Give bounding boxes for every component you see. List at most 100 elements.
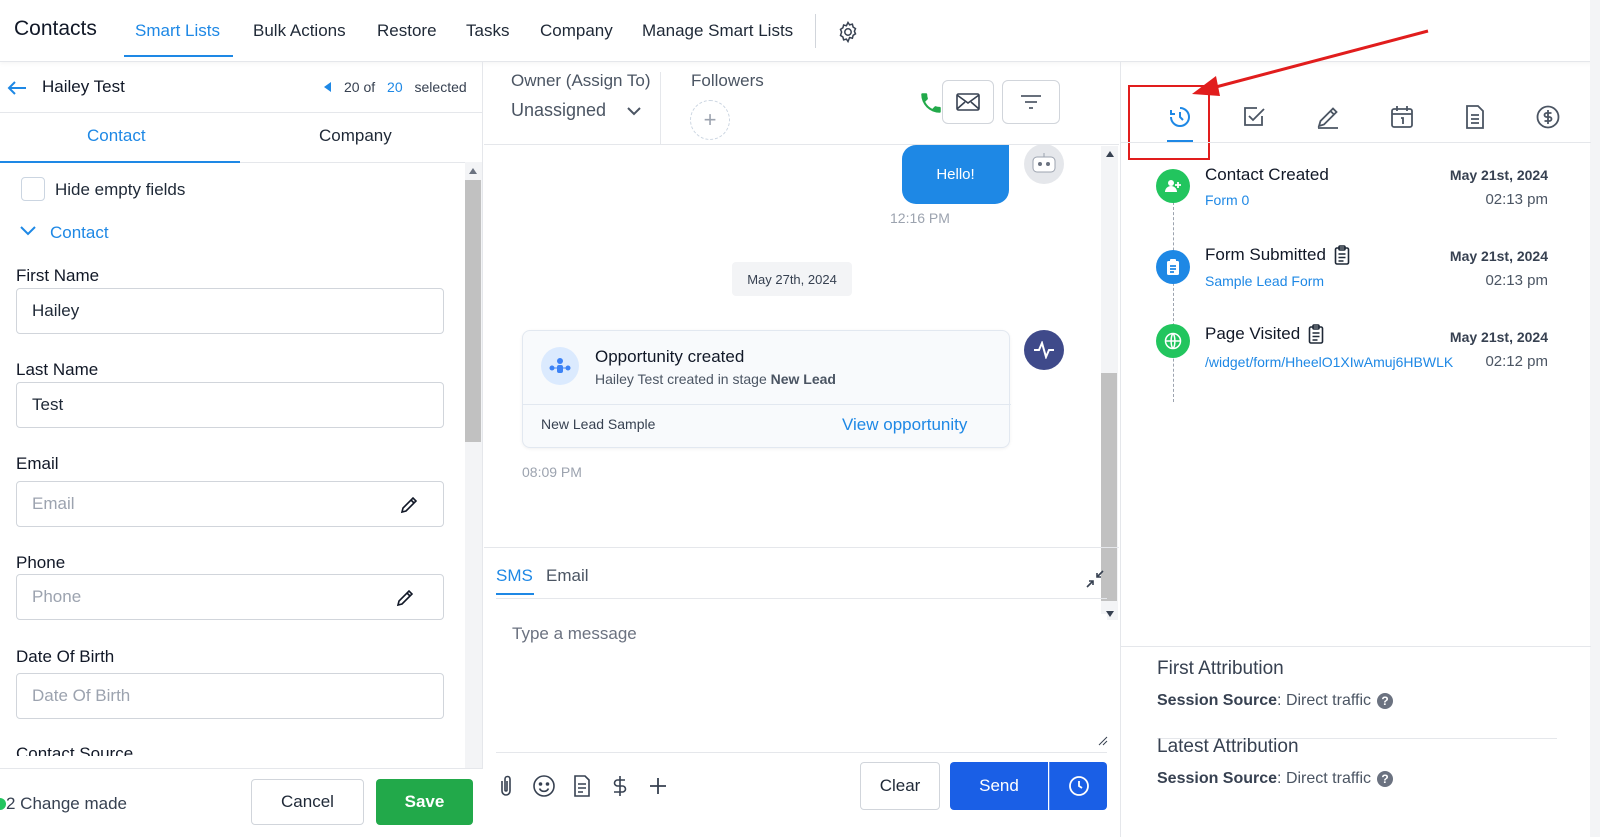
nav-company[interactable]: Company bbox=[540, 21, 613, 41]
pager-current: 20 bbox=[344, 79, 360, 95]
clock-icon bbox=[1068, 776, 1089, 796]
timeline-time: 02:13 pm bbox=[1485, 272, 1548, 289]
message-time: 12:16 PM bbox=[890, 210, 950, 226]
opportunity-card: Opportunity created Hailey Test created … bbox=[522, 330, 1011, 448]
phone-icon[interactable] bbox=[918, 90, 944, 116]
calendar-icon[interactable] bbox=[1389, 104, 1415, 130]
timeline-date: May 21st, 2024 bbox=[1449, 248, 1548, 264]
clipboard-icon[interactable] bbox=[1308, 324, 1324, 344]
back-arrow-icon[interactable] bbox=[6, 79, 28, 97]
annotation-highlight-box bbox=[1128, 85, 1210, 160]
tab-company[interactable]: Company bbox=[319, 126, 392, 146]
filter-button[interactable] bbox=[1002, 80, 1060, 124]
timeline-title: Contact Created bbox=[1205, 165, 1329, 185]
phone-label: Phone bbox=[16, 553, 66, 572]
timeline-date: May 21st, 2024 bbox=[1449, 329, 1548, 345]
dob-label: Date Of Birth bbox=[16, 647, 115, 666]
opportunity-time: 08:09 PM bbox=[522, 464, 582, 480]
divider bbox=[1121, 646, 1591, 647]
opportunity-name: New Lead Sample bbox=[541, 416, 656, 432]
nav-bulk-actions[interactable]: Bulk Actions bbox=[253, 21, 346, 41]
task-checkbox-icon[interactable] bbox=[1241, 104, 1267, 130]
timeline-dot bbox=[1156, 324, 1190, 358]
help-icon[interactable]: ? bbox=[1377, 693, 1393, 709]
send-button[interactable]: Send bbox=[950, 762, 1048, 810]
clipboard-icon[interactable] bbox=[1334, 245, 1350, 265]
latest-attribution-title: Latest Attribution bbox=[1157, 736, 1299, 757]
attachment-icon[interactable] bbox=[494, 774, 518, 798]
scrollbar-thumb[interactable] bbox=[465, 180, 481, 442]
dob-field[interactable]: Date Of Birth bbox=[16, 673, 444, 719]
save-button[interactable]: Save bbox=[376, 779, 473, 825]
nav-tasks[interactable]: Tasks bbox=[466, 21, 509, 41]
chevron-down-icon[interactable] bbox=[627, 106, 641, 116]
add-follower-button[interactable]: + bbox=[690, 100, 730, 140]
gear-icon[interactable] bbox=[836, 20, 860, 44]
resize-handle-icon[interactable] bbox=[1098, 736, 1108, 746]
pager-suffix: selected bbox=[414, 79, 467, 95]
plus-icon[interactable] bbox=[646, 774, 670, 798]
tab-email[interactable]: Email bbox=[546, 566, 589, 586]
timeline-dot bbox=[1156, 169, 1190, 203]
help-icon[interactable]: ? bbox=[1377, 771, 1393, 787]
notes-pencil-icon[interactable] bbox=[1315, 104, 1341, 130]
scroll-up-icon[interactable] bbox=[468, 167, 478, 175]
first-name-value: Hailey bbox=[32, 301, 80, 320]
form-footer: 2 Change made Cancel Save bbox=[0, 769, 483, 837]
timeline-title: Page Visited bbox=[1205, 324, 1324, 344]
nav-manage-smart-lists[interactable]: Manage Smart Lists bbox=[642, 21, 793, 41]
email-field[interactable]: Email bbox=[16, 481, 444, 527]
schedule-send-button[interactable] bbox=[1049, 762, 1107, 810]
email-button[interactable] bbox=[942, 80, 994, 124]
attribution-key: Session Source bbox=[1157, 770, 1278, 787]
dollar-circle-icon[interactable] bbox=[1535, 104, 1561, 130]
collapse-icon[interactable] bbox=[1085, 569, 1105, 589]
scroll-up-icon[interactable] bbox=[1105, 150, 1115, 158]
pencil-icon[interactable] bbox=[395, 588, 415, 608]
phone-field[interactable]: Phone bbox=[16, 574, 444, 620]
date-divider: May 27th, 2024 bbox=[732, 262, 852, 296]
document-icon[interactable] bbox=[1462, 104, 1488, 130]
clear-button[interactable]: Clear bbox=[860, 762, 940, 810]
timeline-title-text: Contact Created bbox=[1205, 165, 1329, 184]
scrollbar-thumb[interactable] bbox=[1101, 373, 1117, 601]
dob-placeholder: Date Of Birth bbox=[32, 686, 131, 705]
tab-sms[interactable]: SMS bbox=[496, 566, 533, 586]
pencil-icon[interactable] bbox=[399, 495, 419, 515]
pager-prev-icon[interactable] bbox=[324, 82, 332, 92]
divider bbox=[496, 598, 1107, 599]
divider bbox=[484, 547, 1119, 548]
pager-total[interactable]: 20 bbox=[387, 79, 403, 95]
first-name-field[interactable]: Hailey bbox=[16, 288, 444, 334]
message-input[interactable] bbox=[496, 614, 1107, 749]
emoji-icon[interactable] bbox=[532, 774, 556, 798]
last-name-field[interactable]: Test bbox=[16, 382, 444, 428]
template-icon[interactable] bbox=[570, 774, 594, 798]
owner-select[interactable]: Unassigned bbox=[511, 100, 606, 121]
attribution-value: Direct traffic bbox=[1285, 692, 1371, 709]
divider bbox=[523, 404, 1011, 405]
timeline-time: 02:12 pm bbox=[1485, 353, 1548, 370]
page-title: Contacts bbox=[14, 17, 97, 40]
divider bbox=[496, 752, 1107, 753]
timeline-link[interactable]: Sample Lead Form bbox=[1205, 273, 1324, 289]
mail-icon bbox=[956, 93, 980, 111]
payment-icon[interactable] bbox=[608, 774, 632, 798]
section-contact-title[interactable]: Contact bbox=[50, 223, 109, 243]
timeline-link[interactable]: Form 0 bbox=[1205, 192, 1249, 208]
timeline-connector bbox=[1173, 202, 1174, 402]
changes-text: 2 Change made bbox=[6, 794, 127, 813]
nav-smart-lists[interactable]: Smart Lists bbox=[135, 21, 220, 41]
view-opportunity-link[interactable]: View opportunity bbox=[842, 415, 967, 435]
timeline-link[interactable]: /widget/form/HheelO1XIwAmuj6HBWLK bbox=[1205, 354, 1453, 370]
filter-icon bbox=[1021, 95, 1041, 109]
pager-of: of bbox=[363, 79, 376, 95]
divider bbox=[484, 144, 1119, 145]
chevron-down-icon[interactable] bbox=[20, 225, 36, 237]
tab-contact[interactable]: Contact bbox=[87, 126, 146, 146]
hide-empty-checkbox[interactable] bbox=[21, 177, 45, 201]
divider bbox=[1121, 142, 1591, 143]
cancel-button[interactable]: Cancel bbox=[251, 779, 364, 825]
nav-restore[interactable]: Restore bbox=[377, 21, 437, 41]
timeline-time: 02:13 pm bbox=[1485, 191, 1548, 208]
